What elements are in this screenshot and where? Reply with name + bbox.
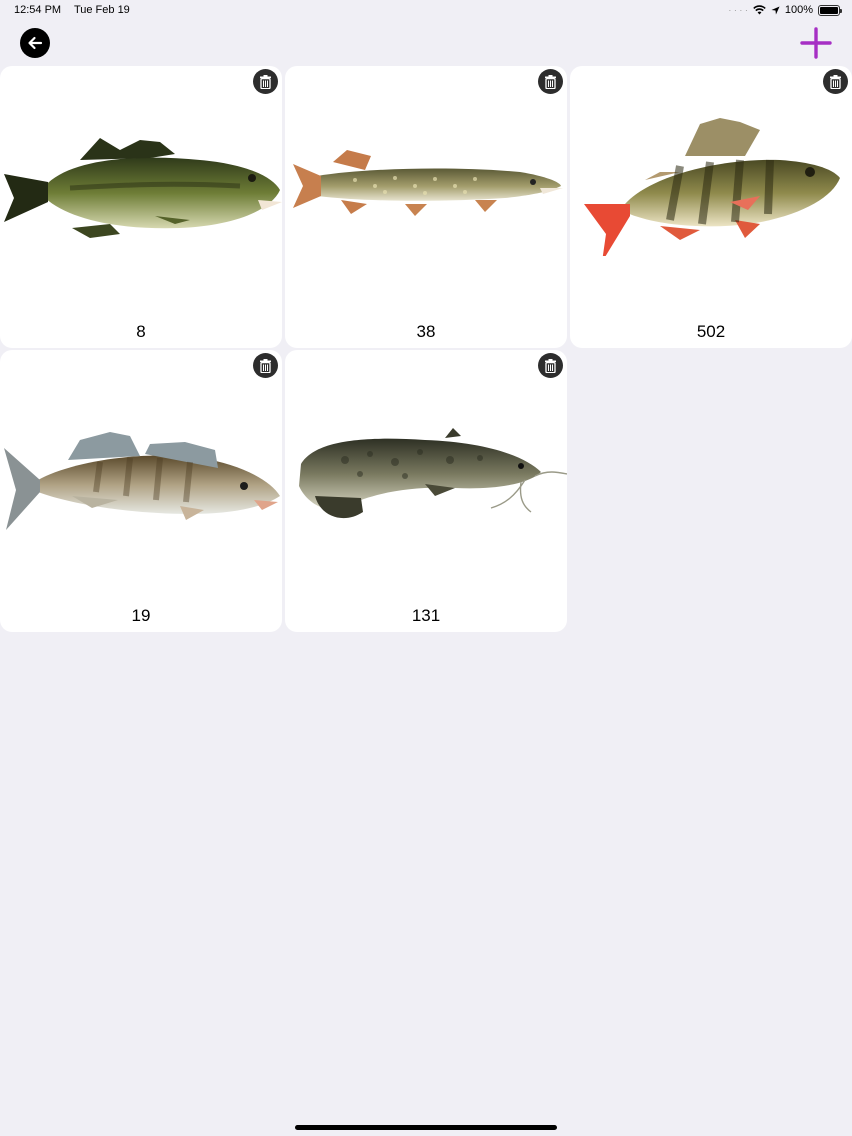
catch-count: 502: [696, 322, 726, 341]
delete-button[interactable]: [538, 353, 563, 378]
home-indicator[interactable]: [295, 1125, 557, 1130]
delete-button[interactable]: [253, 69, 278, 94]
perch-icon: [584, 118, 840, 256]
trash-icon: [545, 358, 556, 373]
delete-button[interactable]: [538, 69, 563, 94]
multitasking-dots-icon: · · · ·: [728, 5, 748, 15]
largemouth-bass-icon: [4, 138, 282, 238]
trash-icon: [830, 74, 841, 89]
zander-icon: [4, 432, 280, 530]
location-arrow-icon: [771, 5, 780, 15]
trash-icon: [260, 74, 271, 89]
status-time: 12:54 PM: [14, 4, 62, 16]
status-date: Tue Feb 19: [73, 4, 130, 16]
trash-icon: [545, 74, 556, 89]
arrow-left-icon: [28, 36, 43, 50]
plus-icon: [800, 27, 832, 59]
status-right: · · · · 100%: [728, 4, 842, 16]
catch-card[interactable]: 19: [0, 350, 282, 632]
delete-button[interactable]: [823, 69, 848, 94]
catch-card[interactable]: 502: [570, 66, 852, 348]
delete-button[interactable]: [253, 353, 278, 378]
catch-card[interactable]: 38: [285, 66, 567, 348]
catch-count: 19: [131, 606, 151, 625]
trash-icon: [260, 358, 271, 373]
catch-count: 8: [136, 322, 146, 341]
status-left: 12:54 PM Tue Feb 19: [14, 4, 140, 16]
catch-count: 131: [411, 606, 441, 625]
catch-count: 38: [416, 322, 436, 341]
battery-percent: 100%: [784, 4, 813, 16]
status-bar: 12:54 PM Tue Feb 19 · · · · 100%: [0, 0, 852, 22]
northern-pike-icon: [293, 150, 563, 216]
catch-card[interactable]: 8: [0, 66, 282, 348]
catfish-icon: [299, 428, 567, 519]
add-button[interactable]: [799, 26, 833, 60]
battery-icon: [818, 4, 842, 16]
wifi-icon: [753, 5, 766, 15]
back-button[interactable]: [20, 28, 50, 58]
catch-card[interactable]: 131: [285, 350, 567, 632]
